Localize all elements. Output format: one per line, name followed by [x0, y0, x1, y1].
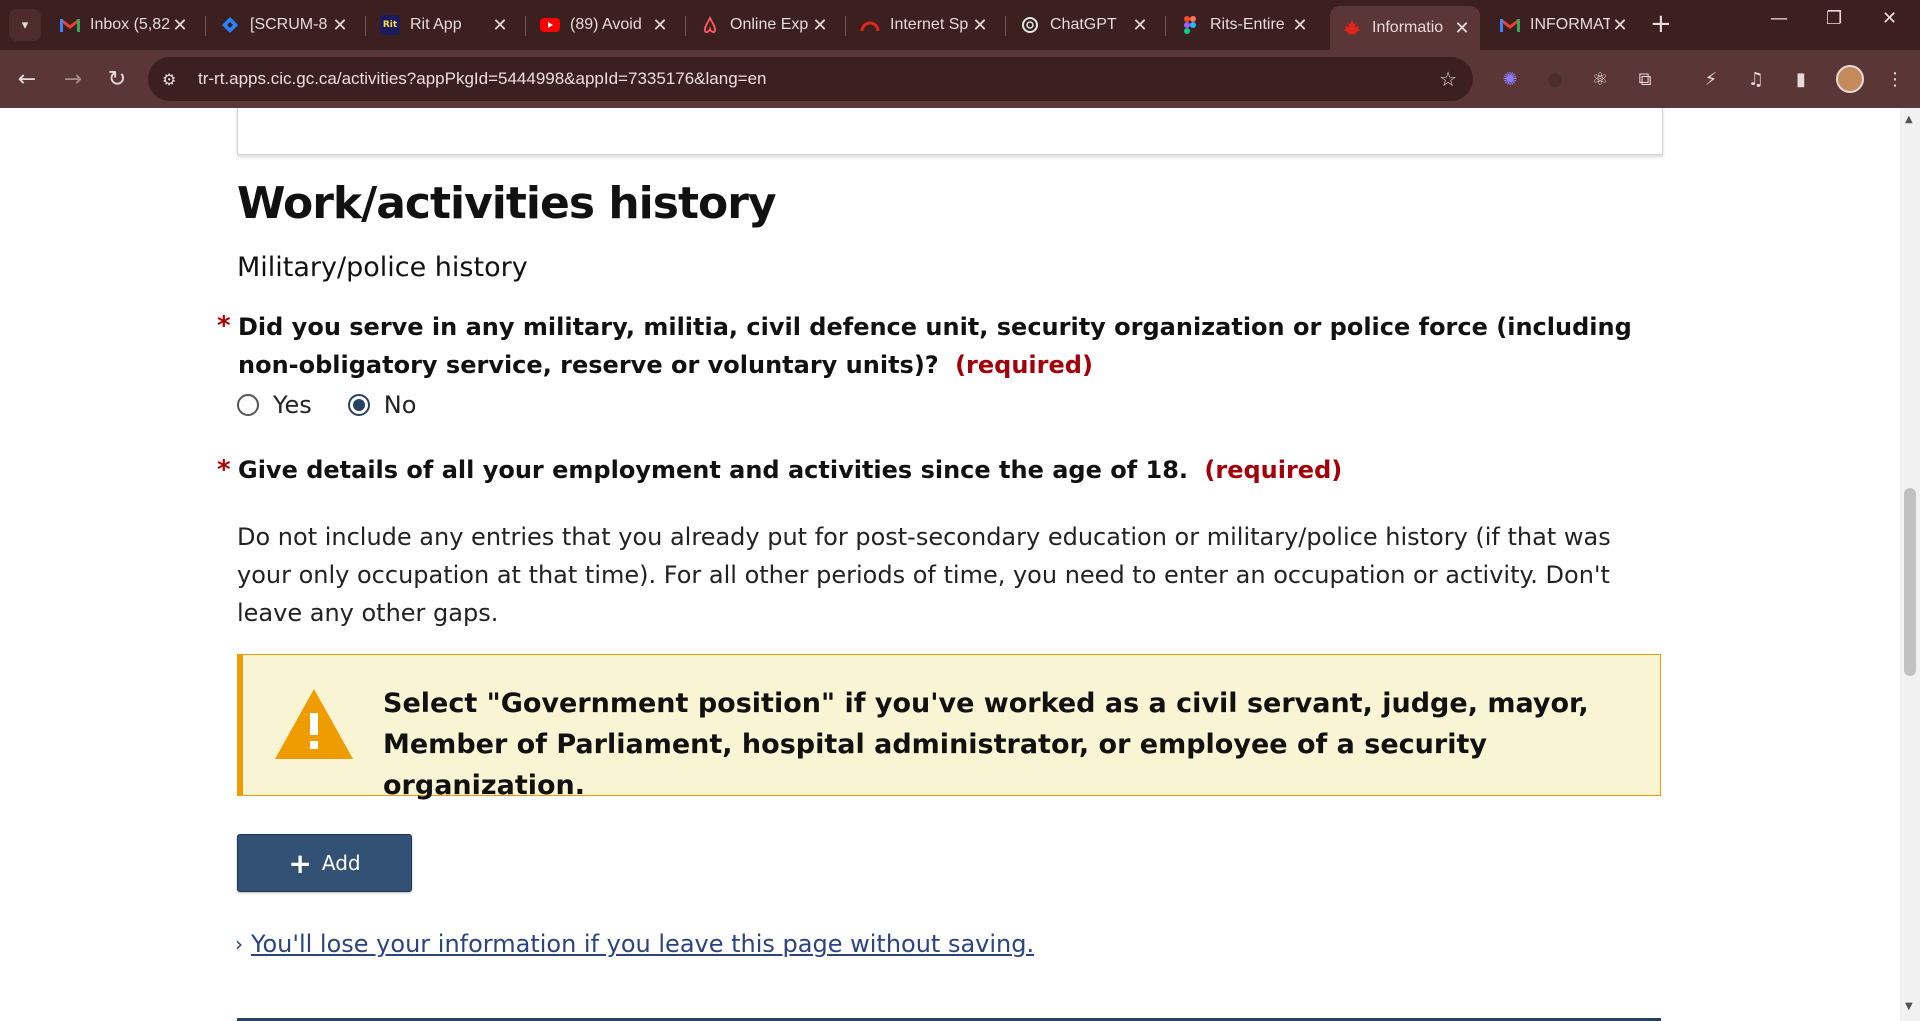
react-devtools-icon[interactable]: ⚛	[1587, 66, 1613, 92]
airbnb-icon	[700, 15, 720, 35]
tab-chatgpt[interactable]: ChatGPT ✕	[1008, 6, 1158, 44]
browser-toolbar: ← → ↻ ⚙ tr-rt.apps.cic.gc.ca/activities?…	[0, 50, 1920, 108]
page-scrollbar[interactable]: ▲ ▼	[1900, 108, 1920, 1021]
previous-section-panel: · · ·	[237, 108, 1663, 155]
gmail-icon	[60, 15, 80, 35]
figma-icon	[1180, 15, 1200, 35]
scroll-up-arrow-icon[interactable]: ▲	[1905, 114, 1913, 125]
tab-title: Inbox (5,82	[90, 16, 170, 33]
close-icon[interactable]: ✕	[650, 15, 670, 36]
tab-airbnb[interactable]: Online Exp ✕	[688, 6, 838, 44]
maple-leaf-icon	[1342, 18, 1362, 38]
tab-title: ChatGPT	[1050, 16, 1117, 33]
warning-alert: Select "Government position" if you've w…	[237, 654, 1661, 801]
page-content: · · · Work/activities history Military/p…	[0, 108, 1900, 1021]
tab-information-active[interactable]: Informatio ✕	[1330, 6, 1480, 50]
close-icon[interactable]: ✕	[170, 15, 190, 36]
minimize-icon[interactable]: —	[1770, 8, 1788, 29]
extension-sparkle-icon[interactable]: ✺	[1497, 66, 1523, 92]
youtube-icon	[540, 15, 560, 35]
required-label: (required)	[1204, 456, 1343, 484]
window-close-icon[interactable]: ✕	[1882, 8, 1897, 29]
required-asterisk: *	[217, 455, 231, 485]
bookmark-star-icon[interactable]: ☆	[1439, 67, 1457, 91]
rit-icon: Rit	[380, 15, 400, 35]
question-text: Give details of all your employment and …	[238, 456, 1189, 484]
profile-avatar[interactable]	[1836, 65, 1864, 93]
radio-yes-label[interactable]: Yes	[273, 391, 312, 419]
menu-kebab-icon[interactable]: ⋮	[1882, 66, 1908, 92]
radio-no-selected[interactable]	[347, 394, 370, 416]
tab-rit-app[interactable]: Rit Rit App ✕	[368, 6, 518, 44]
leave-page-link-text[interactable]: You'll lose your information if you leav…	[251, 930, 1034, 958]
close-icon[interactable]: ✕	[970, 15, 990, 36]
question-text: Did you serve in any military, militia, …	[238, 313, 1632, 379]
tab-youtube[interactable]: (89) Avoid ✕	[528, 6, 678, 44]
radio-yes[interactable]	[237, 394, 259, 416]
address-bar[interactable]: ⚙ tr-rt.apps.cic.gc.ca/activities?appPkg…	[148, 57, 1473, 101]
speedtest-icon	[860, 15, 880, 35]
forward-arrow-icon[interactable]: →	[58, 64, 88, 94]
tab-title: (89) Avoid	[570, 16, 642, 33]
close-icon[interactable]: ✕	[490, 15, 510, 36]
add-button-label: Add	[321, 851, 361, 875]
question-military-service: Did you serve in any military, militia, …	[238, 308, 1638, 384]
warning-triangle-icon	[273, 687, 355, 765]
extension-dark-icon[interactable]: ●	[1542, 66, 1568, 92]
add-activity-button[interactable]: + Add	[237, 834, 412, 892]
section-subheading: Military/police history	[237, 252, 528, 283]
scrollbar-thumb[interactable]	[1904, 488, 1916, 676]
close-icon[interactable]: ✕	[1130, 15, 1150, 36]
close-icon[interactable]: ✕	[1452, 18, 1472, 39]
gmail-icon	[1500, 15, 1520, 35]
question-employment-details: Give details of all your employment and …	[238, 451, 1638, 489]
chatgpt-icon	[1020, 15, 1040, 35]
tab-title: INFORMAT	[1530, 16, 1610, 33]
restore-icon[interactable]: ❐	[1826, 8, 1842, 29]
military-service-radio-group: Yes No	[237, 391, 452, 419]
reload-icon[interactable]: ↻	[102, 64, 132, 94]
page-title: Work/activities history	[237, 178, 777, 229]
close-icon[interactable]: ✕	[330, 15, 350, 36]
tab-title: Internet Sp	[890, 16, 969, 33]
close-icon[interactable]: ✕	[1290, 15, 1310, 36]
tab-title: Informatio	[1372, 19, 1444, 36]
tab-title: Online Exp	[730, 16, 809, 33]
tab-figma[interactable]: Rits-Entire ✕	[1168, 6, 1318, 44]
scroll-down-arrow-icon[interactable]: ▼	[1905, 1001, 1913, 1012]
jira-icon	[220, 15, 240, 35]
plus-icon: +	[288, 846, 312, 880]
tab-search-button[interactable]: ▾	[9, 9, 41, 41]
instructions-paragraph: Do not include any entries that you alre…	[237, 523, 1611, 627]
tab-gmail-information[interactable]: INFORMAT ✕	[1488, 6, 1638, 44]
clipped-text-fragment: · · ·	[1590, 108, 1622, 112]
warning-text: Select "Government position" if you've w…	[383, 688, 1589, 801]
media-control-icon[interactable]: ♫	[1743, 66, 1769, 92]
leave-page-warning-link[interactable]: › You'll lose your information if you le…	[235, 930, 1034, 958]
chevron-down-icon: ▾	[21, 17, 29, 33]
radio-no-label[interactable]: No	[384, 391, 417, 419]
close-icon[interactable]: ✕	[1610, 15, 1630, 36]
extensions-puzzle-icon[interactable]: ⧉	[1632, 66, 1658, 92]
required-asterisk: *	[217, 311, 231, 341]
url-text[interactable]: tr-rt.apps.cic.gc.ca/activities?appPkgId…	[198, 69, 767, 89]
required-label: (required)	[955, 351, 1093, 379]
tab-jira[interactable]: [SCRUM-8 ✕	[208, 6, 358, 44]
new-tab-button[interactable]: +	[1650, 10, 1672, 38]
tab-title: [SCRUM-8	[250, 16, 328, 33]
site-info-icon[interactable]: ⚙	[162, 70, 184, 89]
side-panel-icon[interactable]: ▮	[1788, 66, 1814, 92]
tab-speedtest[interactable]: Internet Sp ✕	[848, 6, 998, 44]
tab-strip: ▾ Inbox (5,82 ✕ [SCRUM-8 ✕ Rit Rit App ✕…	[0, 0, 1920, 50]
close-icon[interactable]: ✕	[810, 15, 830, 36]
tab-title: Rits-Entire	[1210, 16, 1285, 33]
back-arrow-icon[interactable]: ←	[12, 64, 42, 94]
tab-gmail-inbox[interactable]: Inbox (5,82 ✕	[48, 6, 198, 44]
tab-title: Rit App	[410, 16, 462, 33]
chevron-right-icon: ›	[235, 932, 243, 956]
performance-icon[interactable]: ⚡	[1698, 66, 1724, 92]
